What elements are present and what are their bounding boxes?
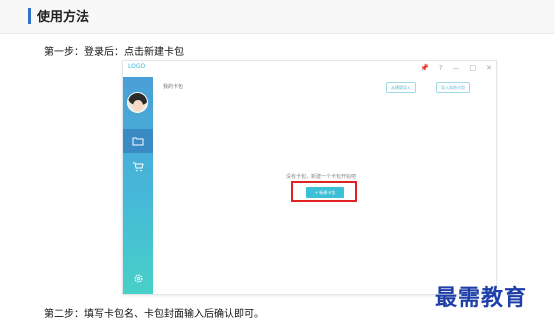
page-title: 我的卡包 [163,84,184,90]
sidebar-item-cards[interactable] [123,129,153,153]
section-title: 使用方法 [37,10,90,25]
maximize-icon[interactable]: □ [470,64,477,72]
step-two-text: 第二步：填写卡包名、卡包封面输入后确认即可。 [44,309,264,320]
app-screenshot: LOGO 📌 ? — □ ✕ 我的卡包 从模版导入 导入本地卡包 没有卡包，新建… [122,60,497,295]
gear-icon [133,274,143,283]
sidebar-item-settings[interactable] [123,269,153,289]
close-icon[interactable]: ✕ [486,64,492,72]
new-card-pack-button[interactable]: + 新建卡包 [306,187,344,198]
import-local-button[interactable]: 导入本地卡包 [436,82,470,93]
sidebar-item-store[interactable] [123,157,153,177]
avatar-face [133,100,143,111]
app-sidebar [123,77,153,294]
window-controls: 📌 ? — □ ✕ [420,64,492,72]
folder-icon [132,137,144,146]
minimize-icon[interactable]: — [453,64,460,72]
empty-state-text: 没有卡包，新建一个卡包开始吧 [286,174,357,180]
app-titlebar: LOGO 📌 ? — □ ✕ [123,61,496,77]
section-header: 使用方法 [0,0,555,34]
pin-icon[interactable]: 📌 [420,64,429,72]
section-accent-bar [28,8,31,24]
import-template-button[interactable]: 从模版导入 [386,82,416,93]
avatar[interactable] [127,92,148,113]
help-icon[interactable]: ? [439,64,443,72]
cart-icon [133,162,144,172]
app-logo: LOGO [128,63,146,70]
step-one-text: 第一步：登录后：点击新建卡包 [44,47,184,58]
watermark: 最需教育 [435,285,528,311]
